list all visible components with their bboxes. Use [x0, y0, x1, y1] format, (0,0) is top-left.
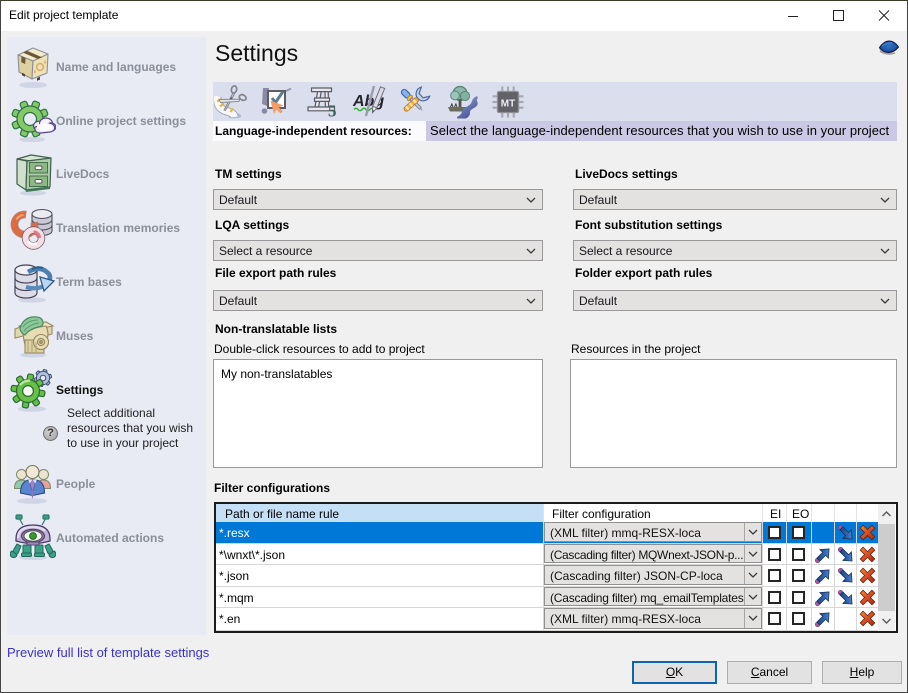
- svg-text:5: 5: [328, 102, 337, 120]
- svg-text:MT: MT: [501, 98, 515, 109]
